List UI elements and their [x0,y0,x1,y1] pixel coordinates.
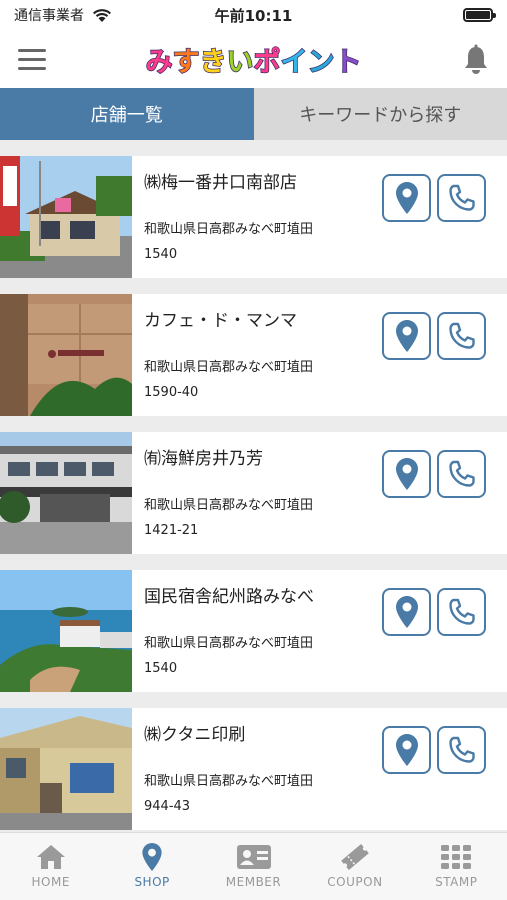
phone-button[interactable] [437,588,486,636]
segment-tabs: 店舗一覧 キーワードから探す [0,88,507,140]
map-pin-button[interactable] [382,174,431,222]
tab-stamp[interactable]: STAMP [406,833,507,900]
phone-icon [448,460,475,487]
tab-home[interactable]: HOME [0,833,101,900]
map-pin-button[interactable] [382,312,431,360]
logo-letter: ト [334,46,363,79]
logo-letter: い [226,46,255,79]
shop-photo [0,708,132,830]
bottom-tab-bar: HOME SHOP MEMBER COUPON STAMP [0,832,507,900]
phone-icon [448,598,475,625]
coupon-ticket-icon [341,844,369,870]
tab-member[interactable]: MEMBER [203,833,304,900]
tab-member-label: MEMBER [225,875,282,889]
tab-shop-list[interactable]: 店舗一覧 [0,88,254,140]
map-pin-icon [395,596,418,628]
tab-shop-label: SHOP [134,875,170,889]
phone-button[interactable] [437,174,486,222]
app-header: みすきいポイント [0,30,507,88]
phone-button[interactable] [437,726,486,774]
member-card-icon [236,845,271,869]
map-pin-icon [142,843,162,871]
list-item[interactable]: 国民宿舎紀州路みなべ 和歌山県日高郡みなべ町埴田 1540 [0,570,507,692]
map-pin-button[interactable] [382,588,431,636]
phone-icon [448,184,475,211]
stamp-grid-icon [441,845,472,869]
shop-actions [382,726,486,774]
map-pin-icon [395,734,418,766]
phone-icon [448,322,475,349]
logo-letter: き [199,46,228,79]
list-item[interactable]: ㈱梅一番井口南部店 和歌山県日高郡みなべ町埴田 1540 [0,156,507,278]
map-pin-icon [395,458,418,490]
shop-actions [382,312,486,360]
shop-address-number: 1421-21 [144,523,199,538]
list-item[interactable]: ㈲海鮮房井乃芳 和歌山県日高郡みなべ町埴田 1421-21 [0,432,507,554]
map-pin-button[interactable] [382,450,431,498]
tab-keyword-search[interactable]: キーワードから探す [253,88,507,140]
shop-photo [0,432,132,554]
map-pin-icon [395,182,418,214]
map-pin-button[interactable] [382,726,431,774]
shop-photo [0,570,132,692]
status-bar: 通信事業者 午前10:11 [0,0,507,30]
phone-icon [448,736,475,763]
logo-letter: ン [307,46,336,79]
status-left: 通信事業者 [14,5,112,25]
shop-address-number: 1590-40 [144,385,199,400]
hamburger-menu-icon[interactable] [18,49,46,71]
shop-actions [382,588,486,636]
battery-icon [463,8,496,22]
shop-list: ㈱梅一番井口南部店 和歌山県日高郡みなべ町埴田 1540 カフェ・ド・マンマ 和… [0,156,507,846]
tab-shop[interactable]: SHOP [101,833,202,900]
shop-address-number: 1540 [144,661,178,676]
bell-icon[interactable] [461,44,491,76]
list-item[interactable]: カフェ・ド・マンマ 和歌山県日高郡みなべ町埴田 1590-40 [0,294,507,416]
wifi-icon [93,8,111,22]
carrier-label: 通信事業者 [14,8,84,24]
list-item[interactable]: ㈱クタニ印刷 和歌山県日高郡みなべ町埴田 944-43 [0,708,507,830]
phone-button[interactable] [437,312,486,360]
shop-photo [0,294,132,416]
home-icon [36,845,65,869]
shop-actions [382,174,486,222]
tab-home-label: HOME [31,875,70,889]
tab-stamp-label: STAMP [435,875,478,889]
logo-letter: す [172,46,201,79]
tab-coupon-label: COUPON [327,875,383,889]
shop-photo [0,156,132,278]
shop-actions [382,450,486,498]
logo-letter: ポ [253,46,282,79]
logo-letter: み [145,46,174,79]
shop-address-number: 944-43 [144,799,191,814]
phone-button[interactable] [437,450,486,498]
map-pin-icon [395,320,418,352]
tab-coupon[interactable]: COUPON [304,833,405,900]
app-logo: みすきいポイント [145,40,363,79]
shop-address-number: 1540 [144,247,178,262]
logo-letter: イ [280,46,309,79]
